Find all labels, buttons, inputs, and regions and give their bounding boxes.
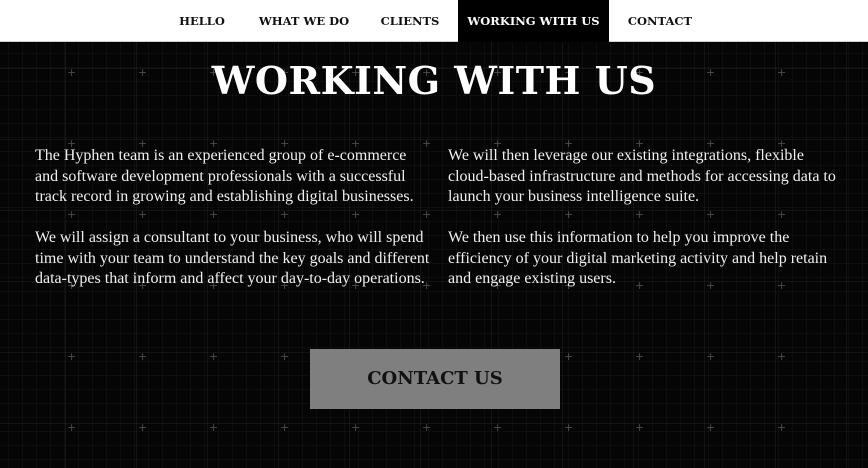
nav-item-clients[interactable]: CLIENTS xyxy=(368,0,452,42)
grid-plus-mark: + xyxy=(280,421,290,434)
right-text-column: We will then leverage our existing integ… xyxy=(448,146,848,310)
grid-plus-mark: + xyxy=(138,350,148,363)
grid-plus-mark: + xyxy=(564,350,574,363)
contact-us-button[interactable]: CONTACT US xyxy=(310,349,560,409)
grid-plus-mark: + xyxy=(209,421,219,434)
grid-plus-mark: + xyxy=(67,350,77,363)
consultant-paragraph: We will assign a consultant to your busi… xyxy=(35,229,430,287)
grid-plus-mark: + xyxy=(564,421,574,434)
nav-item-hello[interactable]: HELLO xyxy=(160,0,244,42)
grid-plus-mark: + xyxy=(422,421,432,434)
grid-plus-mark: + xyxy=(706,421,716,434)
top-navigation-bar: HELLO WHAT WE DO CLIENTS WORKING WITH US… xyxy=(0,0,868,42)
grid-plus-mark: + xyxy=(777,421,787,434)
grid-plus-mark: + xyxy=(351,421,361,434)
grid-plus-mark: + xyxy=(493,421,503,434)
nav-item-what-we-do[interactable]: WHAT WE DO xyxy=(252,0,356,42)
efficiency-paragraph: We then use this information to help you… xyxy=(448,229,828,287)
nav-item-contact[interactable]: CONTACT xyxy=(616,0,704,42)
integrations-paragraph: We will then leverage our existing integ… xyxy=(448,147,836,205)
grid-plus-mark: + xyxy=(280,350,290,363)
grid-plus-mark: + xyxy=(635,350,645,363)
grid-plus-mark: + xyxy=(777,350,787,363)
grid-plus-mark: + xyxy=(706,350,716,363)
grid-plus-mark: + xyxy=(138,421,148,434)
intro-paragraph: The Hyphen team is an experienced group … xyxy=(35,147,414,205)
page-title: WORKING WITH US xyxy=(211,58,657,103)
grid-plus-mark: + xyxy=(67,421,77,434)
nav-item-working-with-us[interactable]: WORKING WITH US xyxy=(458,0,609,42)
grid-plus-mark: + xyxy=(635,421,645,434)
left-text-column: The Hyphen team is an experienced group … xyxy=(35,146,430,310)
grid-plus-mark: + xyxy=(209,350,219,363)
